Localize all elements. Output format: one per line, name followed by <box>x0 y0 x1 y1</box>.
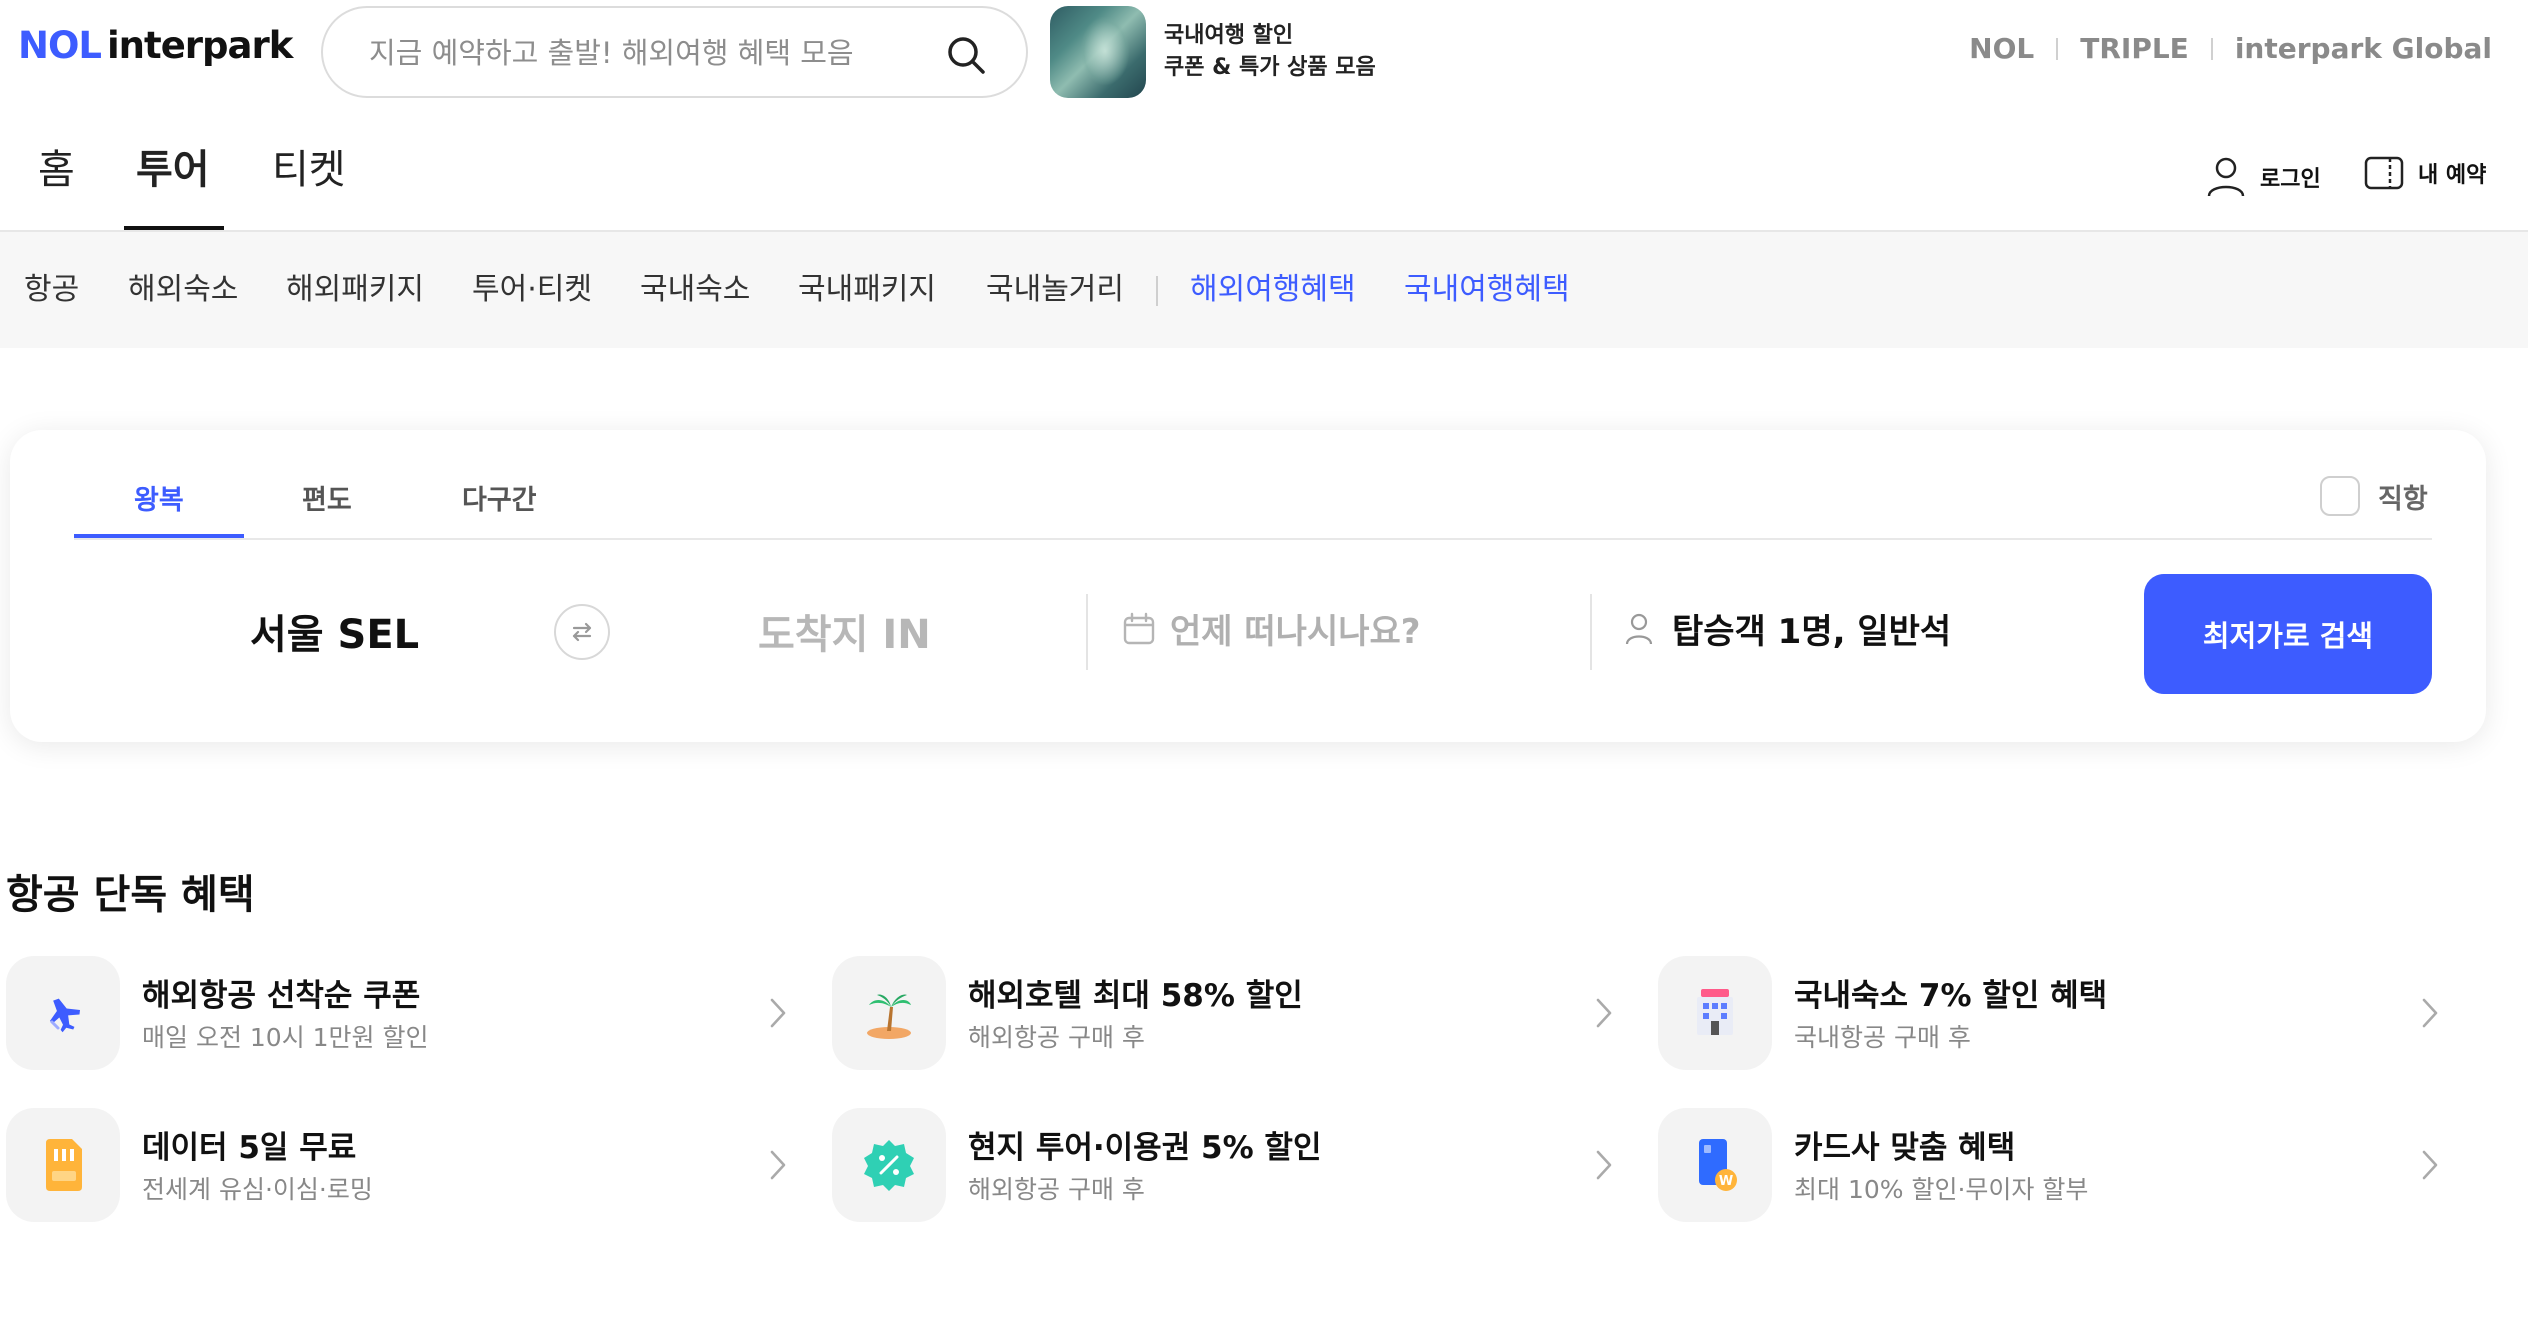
brand-divider <box>2056 37 2059 60</box>
global-search-box[interactable] <box>321 6 1028 98</box>
login-label: 로그인 <box>2260 167 2321 192</box>
domestic-travel-promo[interactable]: 국내여행 할인 쿠폰 & 특가 상품 모음 <box>1050 6 1376 98</box>
origin-field[interactable]: 서울 SEL <box>250 602 419 660</box>
tab-multi-city[interactable]: 다구간 <box>462 478 537 517</box>
benefit-card[interactable]: W 카드사 맞춤 혜택 최대 10% 할인·무이자 할부 <box>1658 1108 2458 1224</box>
subnav-item-flight[interactable]: 항공 <box>24 268 79 312</box>
swap-arrows-icon <box>572 622 592 642</box>
benefit-icon-box <box>1658 956 1772 1070</box>
field-divider <box>1086 594 1088 670</box>
promo-thumbnail-image <box>1050 6 1146 98</box>
tab-home[interactable]: 홈 <box>38 140 75 230</box>
airplane-icon <box>49 998 81 1033</box>
benefit-title: 데이터 5일 무료 <box>142 1130 357 1166</box>
benefit-card[interactable]: 해외항공 선착순 쿠폰 매일 오전 10시 1만원 할인 <box>6 956 806 1072</box>
brand-link-triple[interactable]: TRIPLE <box>2080 32 2189 65</box>
field-divider <box>1590 594 1592 670</box>
chevron-right-icon <box>770 1150 786 1180</box>
subnav-divider <box>1156 276 1158 306</box>
benefit-icon-box <box>832 1108 946 1222</box>
benefit-title: 해외항공 선착순 쿠폰 <box>142 978 421 1014</box>
benefit-subtitle: 국내항공 구매 후 <box>1794 1023 1971 1052</box>
brand-divider <box>2210 37 2213 60</box>
benefit-icon-box: W <box>1658 1108 1772 1222</box>
brand-link-nol[interactable]: NOL <box>1969 32 2034 65</box>
active-tab-indicator <box>74 534 244 538</box>
category-sub-nav: 항공 해외숙소 해외패키지 투어·티켓 국내숙소 국내패키지 국내놀거리 해외여… <box>0 232 2528 348</box>
benefit-icon-box <box>6 1108 120 1222</box>
promo-line-1: 국내여행 할인 <box>1164 23 1294 48</box>
brand-link-interpark-global[interactable]: interpark Global <box>2235 32 2492 65</box>
tab-one-way[interactable]: 편도 <box>302 478 352 517</box>
subnav-item-overseas-package[interactable]: 해외패키지 <box>286 268 424 312</box>
subnav-item-domestic-package[interactable]: 국내패키지 <box>798 268 936 312</box>
direct-flight-label: 직항 <box>2378 483 2428 515</box>
direct-flight-toggle[interactable]: 직항 <box>2320 476 2428 516</box>
tab-round-trip[interactable]: 왕복 <box>134 478 184 517</box>
date-field[interactable]: 언제 떠나시나요? <box>1122 604 1421 653</box>
subnav-item-tour-ticket[interactable]: 투어·티켓 <box>472 268 592 312</box>
benefit-card[interactable]: 데이터 5일 무료 전세계 유심·이심·로밍 <box>6 1108 806 1224</box>
tab-ticket[interactable]: 티켓 <box>272 140 346 230</box>
chevron-right-icon <box>2422 1150 2438 1180</box>
benefit-subtitle: 최대 10% 할인·무이자 할부 <box>1794 1175 2089 1204</box>
brand-links: NOL TRIPLE interpark Global <box>1969 32 2492 65</box>
benefit-card[interactable]: 해외호텔 최대 58% 할인 해외항공 구매 후 <box>832 956 1632 1072</box>
date-placeholder: 언제 떠나시나요? <box>1170 612 1421 652</box>
benefit-icon-box <box>832 956 946 1070</box>
benefit-subtitle: 해외항공 구매 후 <box>968 1023 1145 1052</box>
credit-card-icon: W <box>1699 1139 1737 1191</box>
calendar-icon <box>1123 612 1155 644</box>
benefit-title: 해외호텔 최대 58% 할인 <box>968 978 1303 1014</box>
logo-interpark-text: interpark <box>107 24 293 67</box>
chevron-right-icon <box>1596 1150 1612 1180</box>
logo-nol-text: NOL <box>18 24 102 67</box>
hotel-building-icon <box>1697 989 1733 1035</box>
benefit-subtitle: 매일 오전 10시 1만원 할인 <box>142 1023 429 1052</box>
nol-interpark-logo[interactable]: NOL interpark <box>18 24 293 80</box>
promo-line-2: 쿠폰 & 특가 상품 모음 <box>1164 55 1376 80</box>
section-title: 항공 단독 혜택 <box>6 872 255 918</box>
benefit-subtitle: 해외항공 구매 후 <box>968 1175 1145 1204</box>
search-icon[interactable] <box>945 34 987 76</box>
chevron-right-icon <box>1596 998 1612 1028</box>
chevron-right-icon <box>770 998 786 1028</box>
benefit-card[interactable]: 현지 투어·이용권 5% 할인 해외항공 구매 후 <box>832 1108 1632 1224</box>
subnav-item-domestic-benefits[interactable]: 국내여행혜택 <box>1404 268 1570 312</box>
discount-badge-icon <box>864 1140 914 1191</box>
top-header: NOL interpark 국내여행 할인 쿠폰 & 특가 상품 모음 NOL … <box>0 0 2528 104</box>
subnav-item-domestic-hotel[interactable]: 국내숙소 <box>640 268 750 312</box>
my-booking-button[interactable]: 내 예약 <box>2364 156 2486 190</box>
passenger-summary: 탑승객 1명, 일반석 <box>1672 612 1952 652</box>
global-search-input[interactable] <box>369 30 889 76</box>
benefit-title: 국내숙소 7% 할인 혜택 <box>1794 978 2108 1014</box>
benefit-subtitle: 전세계 유심·이심·로밍 <box>142 1175 373 1204</box>
tab-tour[interactable]: 투어 <box>124 140 224 230</box>
user-icon <box>2207 157 2245 197</box>
my-booking-label: 내 예약 <box>2418 163 2487 188</box>
person-icon <box>1625 613 1653 644</box>
main-nav: 홈 투어 티켓 <box>0 140 2528 230</box>
trip-tab-baseline <box>74 538 2432 540</box>
direct-flight-checkbox[interactable] <box>2320 476 2360 516</box>
ticket-icon <box>2364 156 2404 190</box>
destination-field[interactable]: 도착지 IN <box>758 602 931 660</box>
palm-tree-icon <box>867 994 911 1039</box>
benefit-title: 현지 투어·이용권 5% 할인 <box>968 1130 1322 1166</box>
subnav-item-domestic-activities[interactable]: 국내놀거리 <box>986 268 1124 312</box>
svg-text:W: W <box>1719 1174 1733 1189</box>
chevron-right-icon <box>2422 998 2438 1028</box>
benefit-title: 카드사 맞춤 혜택 <box>1794 1130 2016 1166</box>
flight-search-card: 왕복 편도 다구간 직항 서울 SEL 도착지 IN 언제 떠나시나요? 탑승객… <box>10 430 2486 742</box>
benefit-icon-box <box>6 956 120 1070</box>
swap-route-button[interactable] <box>554 604 610 660</box>
promo-text: 국내여행 할인 쿠폰 & 특가 상품 모음 <box>1164 20 1376 84</box>
lowest-price-search-button[interactable]: 최저가로 검색 <box>2144 574 2432 694</box>
subnav-item-overseas-benefits[interactable]: 해외여행혜택 <box>1190 268 1356 312</box>
passenger-class-field[interactable]: 탑승객 1명, 일반석 <box>1624 604 1951 653</box>
sim-card-icon <box>46 1139 82 1191</box>
subnav-item-overseas-hotel[interactable]: 해외숙소 <box>128 268 238 312</box>
benefit-card[interactable]: 국내숙소 7% 할인 혜택 국내항공 구매 후 <box>1658 956 2458 1072</box>
login-button[interactable]: 로그인 <box>2206 156 2321 198</box>
